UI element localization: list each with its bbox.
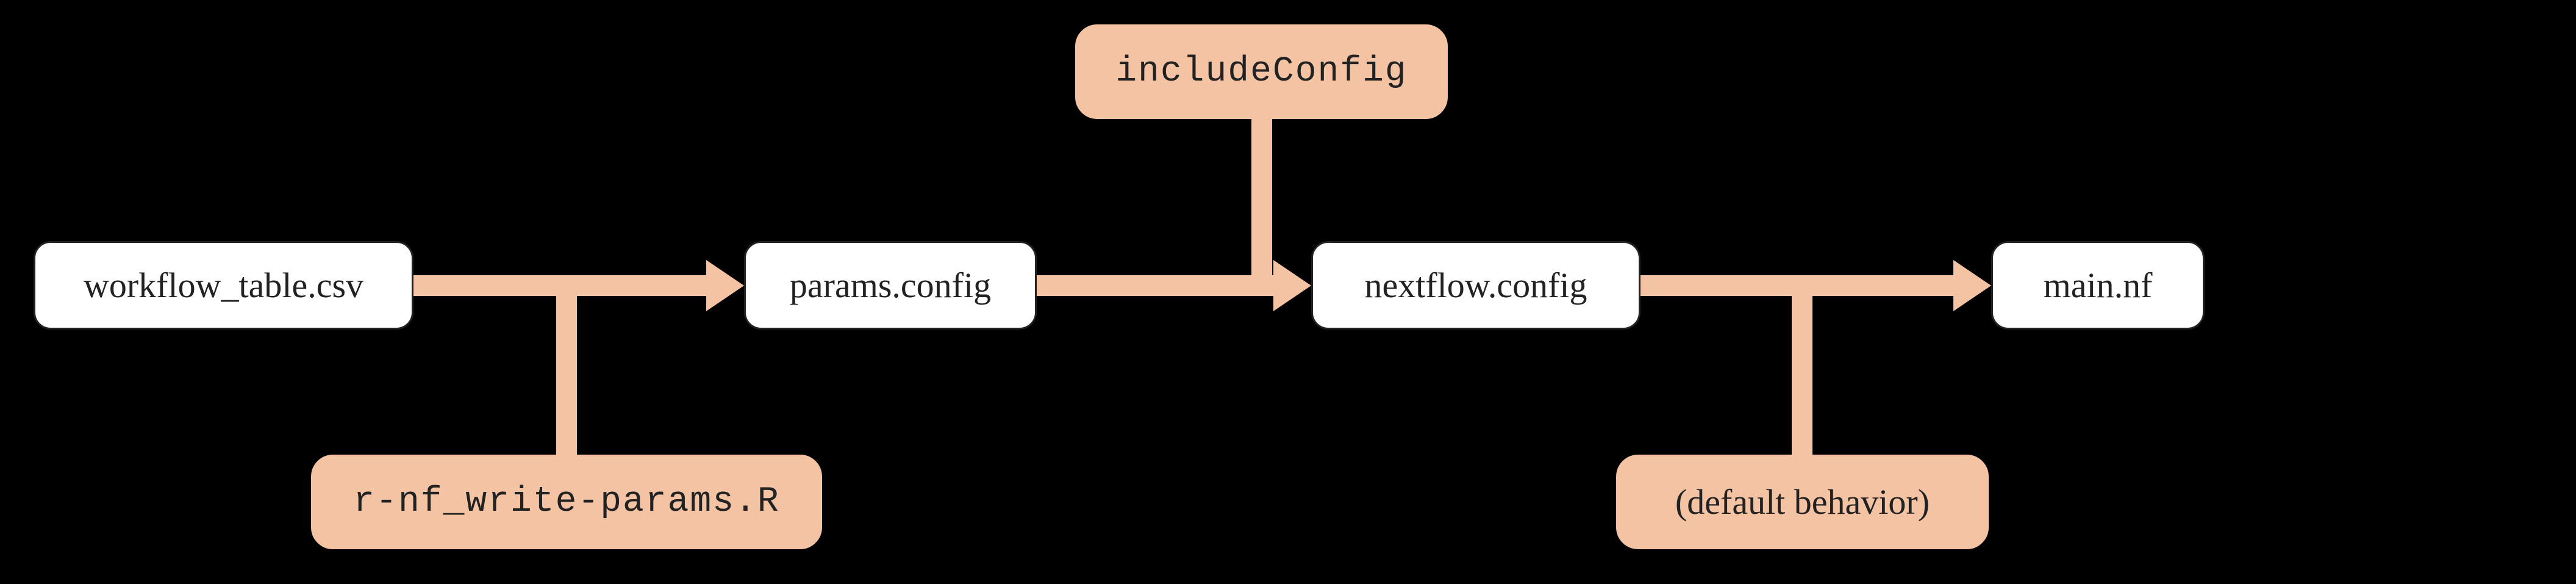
node-label: nextflow.config: [1364, 265, 1587, 306]
arrow-2-shaft: [1037, 275, 1279, 296]
node-workflow-table: workflow_table.csv: [34, 241, 413, 330]
node-nextflow-config: nextflow.config: [1311, 241, 1640, 330]
node-default-behavior: (default behavior): [1616, 455, 1989, 549]
node-label: main.nf: [2044, 265, 2153, 306]
node-label: r-nf_write-params.R: [353, 482, 779, 522]
arrow-3-head: [1953, 260, 1991, 311]
node-label: includeConfig: [1115, 52, 1407, 92]
node-write-params: r-nf_write-params.R: [311, 455, 822, 549]
node-params-config: params.config: [744, 241, 1037, 330]
node-label: workflow_table.csv: [84, 265, 363, 306]
arrow-1-stem: [556, 275, 577, 455]
node-label: (default behavior): [1675, 481, 1930, 522]
arrow-2-stem: [1251, 119, 1272, 296]
node-include-config: includeConfig: [1075, 24, 1448, 119]
arrow-2-head: [1273, 260, 1311, 311]
node-main-nf: main.nf: [1991, 241, 2205, 330]
node-label: params.config: [790, 265, 991, 306]
arrow-1-head: [706, 260, 744, 311]
arrow-3-stem: [1792, 275, 1812, 455]
